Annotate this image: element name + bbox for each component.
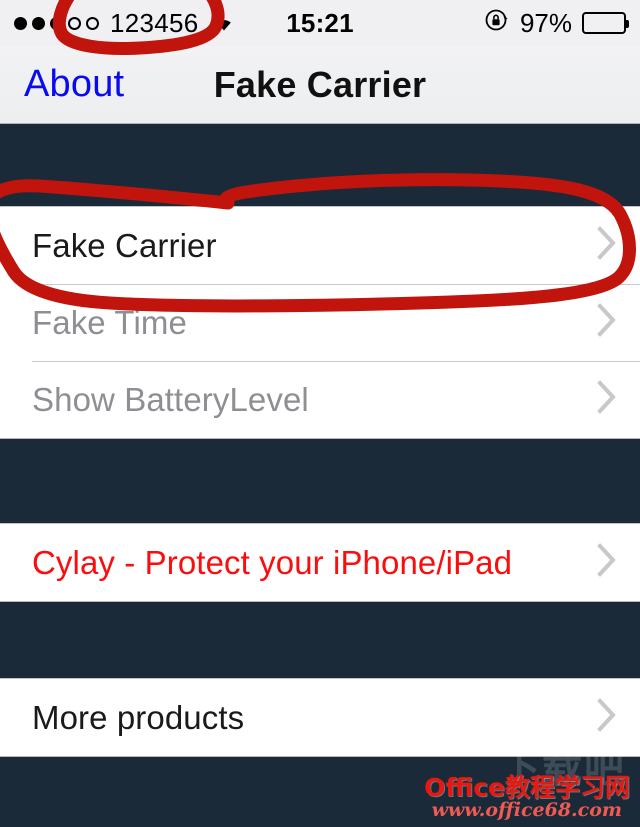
chevron-right-icon xyxy=(596,697,618,738)
carrier-name: 123456 xyxy=(110,7,199,38)
row-fake-time[interactable]: Fake Time xyxy=(0,284,640,361)
chevron-right-icon xyxy=(596,302,618,343)
back-button[interactable]: About xyxy=(0,63,124,106)
signal-dot-2 xyxy=(32,16,45,30)
battery-full-icon xyxy=(582,12,629,34)
row-label: Show BatteryLevel xyxy=(32,380,309,418)
section-spacer-top xyxy=(0,124,640,206)
signal-strength-icon xyxy=(14,16,99,30)
status-bar: 123456 15:21 97% xyxy=(0,0,640,46)
promo-group: Cylay - Protect your iPhone/iPad xyxy=(0,523,640,602)
signal-dot-5 xyxy=(86,16,99,30)
settings-table: Fake Carrier Fake Time Show BatteryLevel xyxy=(0,124,640,817)
phone-screenshot: 123456 15:21 97% About Fake Carrier Fake… xyxy=(0,0,640,827)
row-label: More products xyxy=(32,698,245,736)
row-cylay-promo[interactable]: Cylay - Protect your iPhone/iPad xyxy=(0,524,640,601)
signal-dot-1 xyxy=(14,16,27,30)
more-group: More products xyxy=(0,678,640,757)
row-label: Fake Time xyxy=(32,303,187,341)
rotation-lock-icon xyxy=(484,7,510,40)
chevron-right-icon xyxy=(596,379,618,420)
row-fake-carrier[interactable]: Fake Carrier xyxy=(0,207,640,284)
signal-dot-3 xyxy=(50,16,63,30)
section-spacer-1 xyxy=(0,439,640,523)
navigation-bar: About Fake Carrier xyxy=(0,46,640,124)
wifi-icon xyxy=(210,8,238,39)
row-label: Fake Carrier xyxy=(32,226,217,264)
settings-group: Fake Carrier Fake Time Show BatteryLevel xyxy=(0,206,640,439)
status-bar-left: 123456 xyxy=(14,8,320,39)
row-show-battery-level[interactable]: Show BatteryLevel xyxy=(0,361,640,438)
row-more-products[interactable]: More products xyxy=(0,679,640,756)
status-bar-right: 97% xyxy=(320,7,629,40)
row-label: Cylay - Protect your iPhone/iPad xyxy=(32,543,513,581)
battery-percent-label: 97% xyxy=(519,7,572,38)
signal-dot-4 xyxy=(68,16,81,30)
section-spacer-2 xyxy=(0,602,640,678)
chevron-right-icon xyxy=(596,542,618,583)
section-spacer-bottom xyxy=(0,757,640,817)
chevron-right-icon xyxy=(596,225,618,266)
